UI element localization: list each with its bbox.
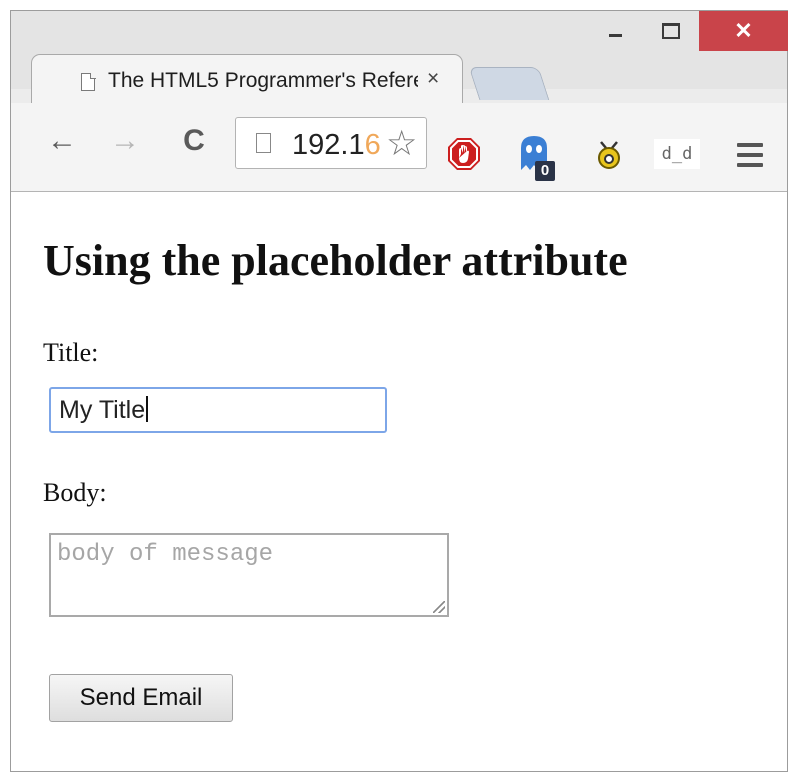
maximize-button[interactable] bbox=[647, 11, 695, 51]
reload-icon[interactable]: C bbox=[177, 125, 211, 157]
address-bar[interactable]: 192.16 ☆ bbox=[235, 117, 427, 169]
title-label: Title: bbox=[43, 338, 99, 367]
page-icon bbox=[81, 72, 96, 91]
url-text: 192.16 bbox=[292, 129, 381, 162]
title-input-value: My Title bbox=[59, 396, 146, 424]
menu-bar bbox=[737, 153, 763, 157]
body-textarea[interactable]: body of message bbox=[49, 533, 449, 617]
body-label: Body: bbox=[43, 478, 107, 507]
page-icon bbox=[256, 133, 271, 153]
yellow-face-icon[interactable] bbox=[596, 139, 622, 171]
stop-sign-icon[interactable] bbox=[447, 137, 481, 171]
url-fade: 6 bbox=[364, 129, 381, 161]
ghostery-badge-count: 0 bbox=[540, 162, 550, 179]
tab-active[interactable]: The HTML5 Programmer's Reference × bbox=[31, 54, 463, 104]
minimize-icon bbox=[608, 33, 622, 37]
resize-grip-icon[interactable] bbox=[433, 601, 445, 613]
menu-icon[interactable] bbox=[737, 143, 763, 173]
text-caret bbox=[146, 396, 149, 422]
body-placeholder: body of message bbox=[57, 541, 274, 568]
face-text-icon[interactable]: d_d bbox=[654, 139, 700, 169]
url-visible: 192.1 bbox=[292, 129, 365, 161]
maximize-icon bbox=[662, 23, 680, 39]
tab-close-icon[interactable]: × bbox=[427, 67, 439, 91]
new-tab-button[interactable] bbox=[468, 67, 550, 100]
menu-bar bbox=[737, 163, 763, 167]
bookmark-star-icon[interactable]: ☆ bbox=[386, 124, 417, 164]
back-arrow-icon[interactable]: ← bbox=[45, 125, 79, 157]
send-email-button[interactable]: Send Email bbox=[49, 674, 233, 722]
minimize-button[interactable] bbox=[595, 11, 635, 51]
page-title: Using the placeholder attribute bbox=[43, 236, 628, 285]
close-window-button[interactable]: ✕ bbox=[699, 11, 788, 51]
title-input[interactable]: My Title bbox=[49, 387, 387, 433]
menu-bar bbox=[737, 143, 763, 147]
browser-toolbar: ← → C 192.16 ☆ 0 d_d bbox=[11, 103, 787, 192]
ghostery-badge: 0 bbox=[535, 161, 555, 181]
page-content: Using the placeholder attribute Title: M… bbox=[11, 192, 787, 771]
title-bar: ✕ The HTML5 Programmer's Reference × bbox=[11, 11, 788, 104]
forward-arrow-icon[interactable]: → bbox=[108, 125, 142, 157]
close-icon: ✕ bbox=[734, 18, 753, 43]
browser-window: ✕ The HTML5 Programmer's Reference × ← →… bbox=[10, 10, 788, 772]
tab-title: The HTML5 Programmer's Reference bbox=[108, 69, 418, 92]
